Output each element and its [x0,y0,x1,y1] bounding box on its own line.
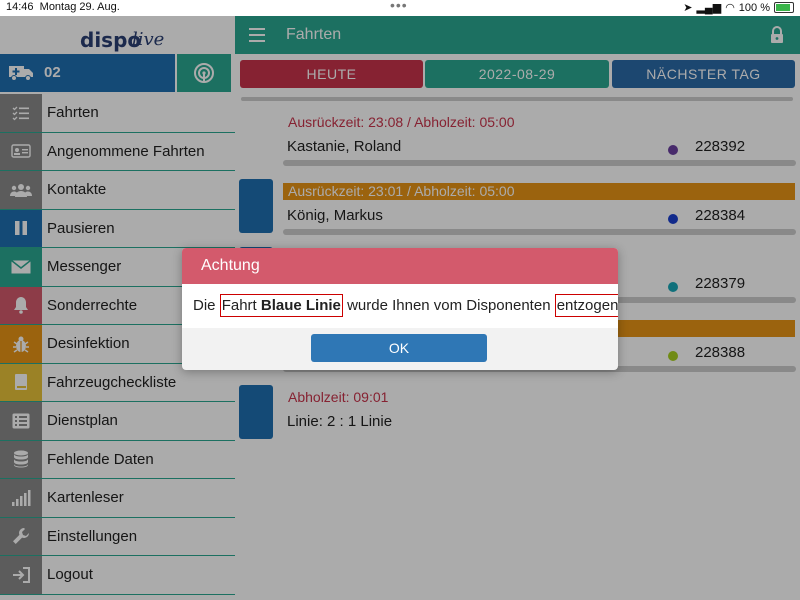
multitask-dots[interactable]: ••• [390,0,408,13]
msg-mid: wurde Ihnen vom Disponenten [342,297,555,314]
battery-percent: 100 % [738,1,770,14]
msg-fahrt: Fahrt [221,297,261,314]
msg-fahrt-highlight: Fahrt Blaue Linie [219,294,343,317]
status-bar: 14:46 Montag 29. Aug. ••• ➤ ▂▄▆ ◠ 100 % [0,0,800,16]
status-date: Montag 29. Aug. [39,1,120,13]
battery-icon [774,2,794,13]
dialog-title: Achtung [201,257,260,274]
ok-button[interactable]: OK [311,334,487,362]
status-time: 14:46 [6,1,34,13]
msg-pre: Die [193,297,220,314]
dialog-body: Die Fahrt Blaue Linie wurde Ihnen vom Di… [182,284,618,328]
location-icon: ➤ [683,2,693,14]
cell-signal-icon: ▂▄▆ [696,2,722,14]
msg-line-name: Blaue Linie [260,297,341,314]
alert-dialog: Achtung Die Fahrt Blaue Linie wurde Ihne… [182,248,618,370]
dialog-message: Die Fahrt Blaue Linie wurde Ihnen vom Di… [193,294,618,317]
status-time-date: 14:46 Montag 29. Aug. [6,1,120,13]
msg-entzogen: entzogen! [554,294,618,317]
wifi-icon: ◠ [725,2,735,14]
dialog-header: Achtung [182,248,618,284]
status-indicators: ➤ ▂▄▆ ◠ 100 % [683,1,794,14]
